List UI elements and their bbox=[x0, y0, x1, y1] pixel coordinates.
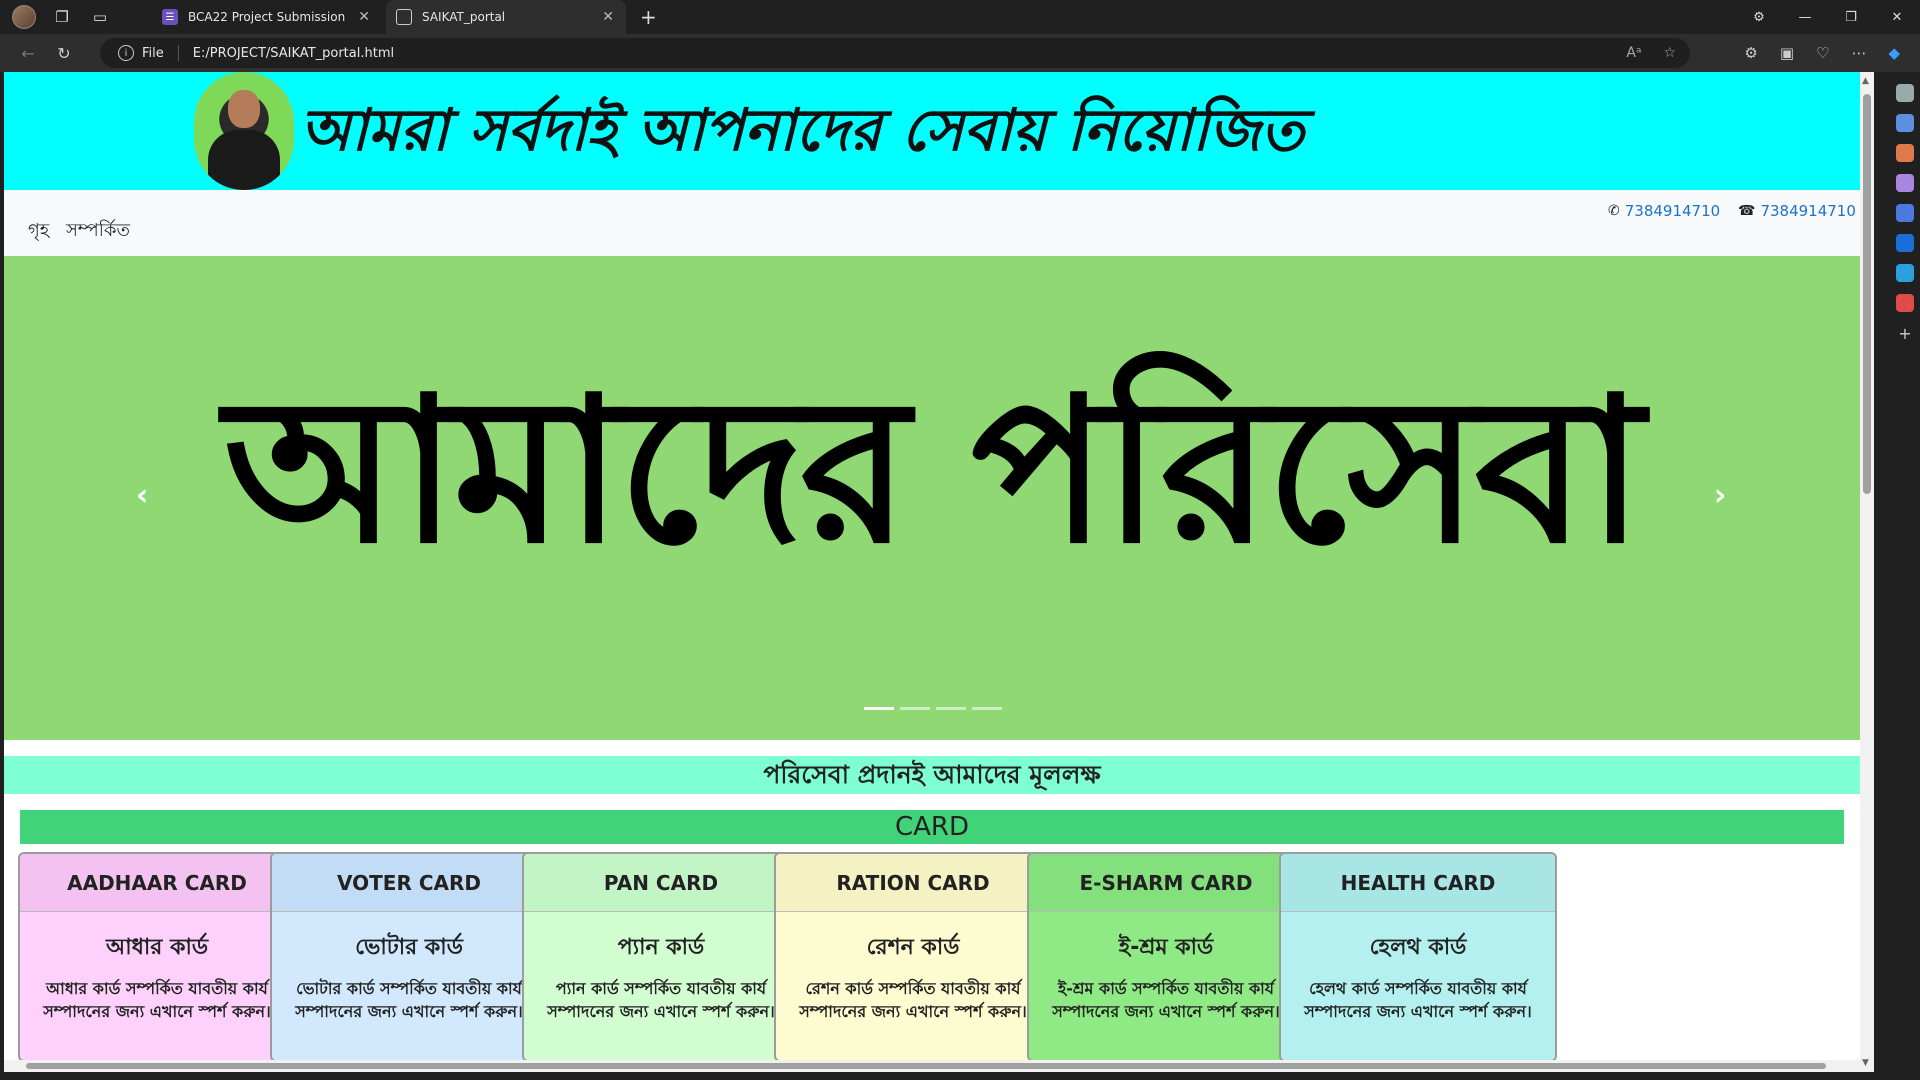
carousel-indicator[interactable] bbox=[936, 707, 966, 710]
service-card[interactable]: RATION CARD রেশন কার্ড রেশন কার্ড সম্পর্কি… bbox=[774, 852, 1052, 1062]
page-viewport: আমরা সর্বদাই আপনাদের সেবায় নিয়োজিত গৃহ… bbox=[4, 72, 1860, 1072]
service-card[interactable]: AADHAAR CARD আধার কার্ড আধার কার্ড সম্পর্ক… bbox=[18, 852, 296, 1062]
more-menu-icon[interactable]: ⋯ bbox=[1851, 44, 1866, 62]
m365-icon[interactable] bbox=[1896, 204, 1914, 222]
carousel-next-icon[interactable]: › bbox=[1714, 478, 1726, 513]
shopping-icon[interactable] bbox=[1896, 114, 1914, 132]
card-title: হেলথ কার্ড bbox=[1369, 935, 1467, 960]
service-card[interactable]: E-SHARM CARD ই-শ্রম কার্ড ই-শ্রম কার্ড সম্… bbox=[1027, 852, 1305, 1062]
read-aloud-icon[interactable]: Aᵃ bbox=[1626, 45, 1641, 61]
carousel-prev-icon[interactable]: ‹ bbox=[136, 478, 148, 513]
card-title: আধার কার্ড bbox=[105, 935, 209, 960]
browser-essentials-icon[interactable]: ♡ bbox=[1816, 44, 1829, 62]
collections-icon[interactable]: ▣ bbox=[1780, 44, 1794, 62]
vertical-scrollbar[interactable]: ▲ ▼ bbox=[1860, 72, 1874, 1072]
carousel-indicator[interactable] bbox=[900, 707, 930, 710]
scroll-thumb[interactable] bbox=[1863, 94, 1871, 494]
address-toolbar: ← ↻ i File E:/PROJECT/SAIKAT_portal.html… bbox=[0, 34, 1920, 72]
service-card[interactable]: HEALTH CARD হেলথ কার্ড হেলথ কার্ড সম্পর্কি… bbox=[1279, 852, 1557, 1062]
url-text[interactable]: E:/PROJECT/SAIKAT_portal.html bbox=[193, 46, 394, 61]
carousel-slide-text: আমাদের পরিসেবা bbox=[223, 355, 1644, 588]
card-description: ভোটার কার্ড সম্পর্কিত যাবতীয় কার্য সম্প… bbox=[295, 979, 523, 1021]
search-icon[interactable] bbox=[1896, 84, 1914, 102]
phone-icon: ☎ bbox=[1738, 203, 1756, 219]
carousel-indicator[interactable] bbox=[864, 707, 894, 710]
tab-label: SAIKAT_portal bbox=[422, 10, 506, 24]
carousel-indicator[interactable] bbox=[972, 707, 1002, 710]
profile-icon[interactable] bbox=[10, 3, 38, 31]
window-controls: ⚙ — ❐ ✕ bbox=[1736, 0, 1920, 34]
back-button[interactable]: ← bbox=[10, 44, 46, 63]
favorite-star-icon[interactable]: ☆ bbox=[1663, 45, 1676, 61]
tab-actions-icon[interactable]: ▭ bbox=[86, 3, 114, 31]
nav-link-home[interactable]: গৃহ bbox=[28, 216, 49, 247]
horizontal-scrollbar[interactable] bbox=[4, 1060, 1860, 1072]
card-section-heading: CARD bbox=[20, 810, 1844, 844]
restore-button[interactable]: ❐ bbox=[1828, 10, 1874, 25]
mission-heading: পরিসেবা প্রদানই আমাদের মূললক্ষ bbox=[4, 756, 1860, 794]
card-header: RATION CARD bbox=[776, 854, 1050, 912]
banner-title: আমরা সর্বদাই আপনাদের সেবায় নিয়োজিত bbox=[300, 96, 1305, 164]
edge-sidebar: + bbox=[1890, 72, 1920, 1080]
close-window-button[interactable]: ✕ bbox=[1874, 10, 1920, 25]
service-card[interactable]: PAN CARD প্যান কার্ড প্যান কার্ড সম্পর্কিত… bbox=[522, 852, 800, 1062]
scroll-up-icon[interactable]: ▲ bbox=[1862, 76, 1869, 86]
info-icon[interactable]: i bbox=[118, 45, 134, 61]
carousel-indicators bbox=[864, 707, 1002, 710]
nav-link-about[interactable]: সম্পর্কিত bbox=[66, 216, 130, 247]
add-icon[interactable]: + bbox=[1896, 324, 1914, 343]
copilot-icon[interactable]: ⚙ bbox=[1736, 10, 1782, 25]
workspaces-icon[interactable]: ❐ bbox=[48, 3, 76, 31]
service-card[interactable]: VOTER CARD ভোটার কার্ড ভোটার কার্ড সম্পর্ক… bbox=[270, 852, 548, 1062]
card-header: PAN CARD bbox=[524, 854, 798, 912]
card-title: ভোটার কার্ড bbox=[355, 935, 463, 960]
card-header: AADHAAR CARD bbox=[20, 854, 294, 912]
copilot-sidebar-icon[interactable]: ◆ bbox=[1888, 44, 1900, 62]
address-bar[interactable]: i File E:/PROJECT/SAIKAT_portal.html Aᵃ … bbox=[100, 38, 1690, 68]
card-title: প্যান কার্ড bbox=[617, 935, 705, 960]
card-header: E-SHARM CARD bbox=[1029, 854, 1303, 912]
tab-bca22[interactable]: ☰ BCA22 Project Submission ✕ bbox=[152, 0, 382, 34]
whatsapp-icon: ✆ bbox=[1608, 203, 1620, 219]
tab-label: BCA22 Project Submission bbox=[188, 10, 346, 24]
divider bbox=[177, 45, 179, 61]
scroll-thumb[interactable] bbox=[26, 1063, 1826, 1069]
phone-number: 7384914710 bbox=[1760, 202, 1856, 220]
carousel: আমাদের পরিসেবা ‹ › bbox=[4, 256, 1860, 740]
forms-icon: ☰ bbox=[162, 9, 178, 25]
card-title: রেশন কার্ড bbox=[866, 935, 960, 960]
games-icon[interactable] bbox=[1896, 174, 1914, 192]
new-tab-button[interactable]: + bbox=[640, 5, 657, 29]
phone-link[interactable]: ☎ 7384914710 bbox=[1738, 202, 1856, 220]
card-description: আধার কার্ড সম্পর্কিত যাবতীয় কার্য সম্পা… bbox=[43, 979, 271, 1021]
navbar: গৃহ সম্পর্কিত ✆ 7384914710 ☎ 7384914710 bbox=[4, 190, 1860, 256]
outlook-icon[interactable] bbox=[1896, 234, 1914, 252]
card-header: HEALTH CARD bbox=[1281, 854, 1555, 912]
whatsapp-link[interactable]: ✆ 7384914710 bbox=[1608, 202, 1720, 220]
card-description: প্যান কার্ড সম্পর্কিত যাবতীয় কার্য সম্প… bbox=[547, 979, 775, 1021]
browser-titlebar: ❐ ▭ ☰ BCA22 Project Submission ✕ SAIKAT_… bbox=[0, 0, 1920, 34]
card-description: হেলথ কার্ড সম্পর্কিত যাবতীয় কার্য সম্পা… bbox=[1304, 979, 1532, 1021]
header-banner: আমরা সর্বদাই আপনাদের সেবায় নিয়োজিত bbox=[4, 72, 1860, 190]
close-icon[interactable]: ✕ bbox=[358, 9, 370, 25]
whatsapp-number: 7384914710 bbox=[1624, 202, 1721, 220]
card-description: ই-শ্রম কার্ড সম্পর্কিত যাবতীয় কার্য সম্… bbox=[1052, 979, 1280, 1021]
tools-icon[interactable] bbox=[1896, 144, 1914, 162]
refresh-button[interactable]: ↻ bbox=[46, 44, 82, 63]
profile-photo bbox=[194, 72, 294, 190]
extensions-icon[interactable]: ⚙ bbox=[1744, 44, 1757, 62]
scheme-label: File bbox=[142, 45, 164, 61]
card-title: ই-শ্রম কার্ড bbox=[1118, 935, 1214, 960]
page-icon bbox=[396, 9, 412, 25]
close-icon[interactable]: ✕ bbox=[602, 9, 614, 25]
telegram-icon[interactable] bbox=[1896, 264, 1914, 282]
minimize-button[interactable]: — bbox=[1782, 10, 1828, 25]
card-header: VOTER CARD bbox=[272, 854, 546, 912]
card-description: রেশন কার্ড সম্পর্কিত যাবতীয় কার্য সম্পা… bbox=[799, 979, 1027, 1021]
tab-saikat-portal[interactable]: SAIKAT_portal ✕ bbox=[386, 0, 626, 34]
scroll-down-icon[interactable]: ▼ bbox=[1862, 1058, 1869, 1068]
google-icon[interactable] bbox=[1896, 294, 1914, 312]
